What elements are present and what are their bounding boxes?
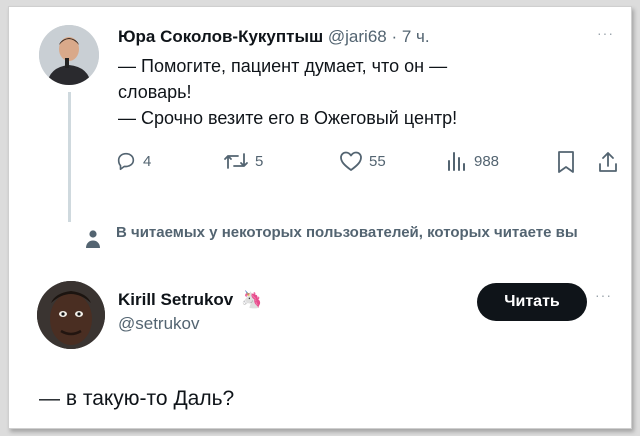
author-handle[interactable]: @setrukov: [118, 314, 200, 334]
reply-icon: [117, 152, 135, 171]
author-name[interactable]: Юра Соколов-Кукуптыш: [118, 27, 323, 46]
tweet-line: — Помогите, пациент думает, что он —: [118, 56, 448, 76]
unicorn-emoji: 🦄: [241, 290, 263, 309]
tweet-line: словарь!: [118, 82, 192, 102]
author-name[interactable]: Kirill Setrukov: [118, 290, 233, 309]
retweet-icon: [224, 153, 248, 169]
reply-button[interactable]: 4: [115, 150, 151, 172]
share-icon: [599, 152, 617, 172]
tweet-line: — Срочно везите его в Ожеговый центр!: [118, 108, 458, 128]
author-handle[interactable]: @jari68: [328, 27, 387, 46]
screenshot-frame: Юра Соколов-Кукуптыш @jari68 · 7 ч. ··· …: [8, 6, 632, 429]
bookmark-icon: [558, 151, 574, 173]
reply-count: 4: [143, 152, 152, 170]
views-icon: [448, 152, 465, 171]
timestamp[interactable]: 7 ч.: [402, 27, 430, 46]
retweet-button[interactable]: 5: [223, 150, 263, 172]
separator: ·: [391, 27, 398, 46]
retweet-count: 5: [255, 152, 264, 170]
share-button[interactable]: [597, 150, 619, 174]
more-options-button[interactable]: ···: [597, 25, 614, 41]
like-button[interactable]: 55: [339, 150, 386, 172]
person-icon: [85, 229, 101, 254]
tweet-actions: 4 5 55 988: [9, 150, 631, 180]
author-name-row: Kirill Setrukov 🦄: [118, 290, 262, 310]
tweet-header: Юра Соколов-Кукуптыш @jari68 · 7 ч.: [118, 27, 430, 47]
avatar[interactable]: [37, 281, 105, 349]
avatar[interactable]: [39, 25, 99, 85]
like-count: 55: [369, 152, 386, 170]
more-options-button[interactable]: ···: [595, 287, 612, 303]
heart-icon: [340, 151, 362, 171]
tweet-text: — в такую-то Даль?: [39, 387, 235, 410]
follow-button[interactable]: Читать: [477, 283, 587, 321]
tweet-text: — Помогите, пациент думает, что он — сло…: [118, 53, 588, 131]
views-button[interactable]: 988: [446, 150, 499, 172]
bookmark-button[interactable]: [556, 150, 576, 174]
view-count: 988: [474, 152, 500, 170]
social-context-notice: В читаемых у некоторых пользователей, ко…: [116, 224, 578, 241]
